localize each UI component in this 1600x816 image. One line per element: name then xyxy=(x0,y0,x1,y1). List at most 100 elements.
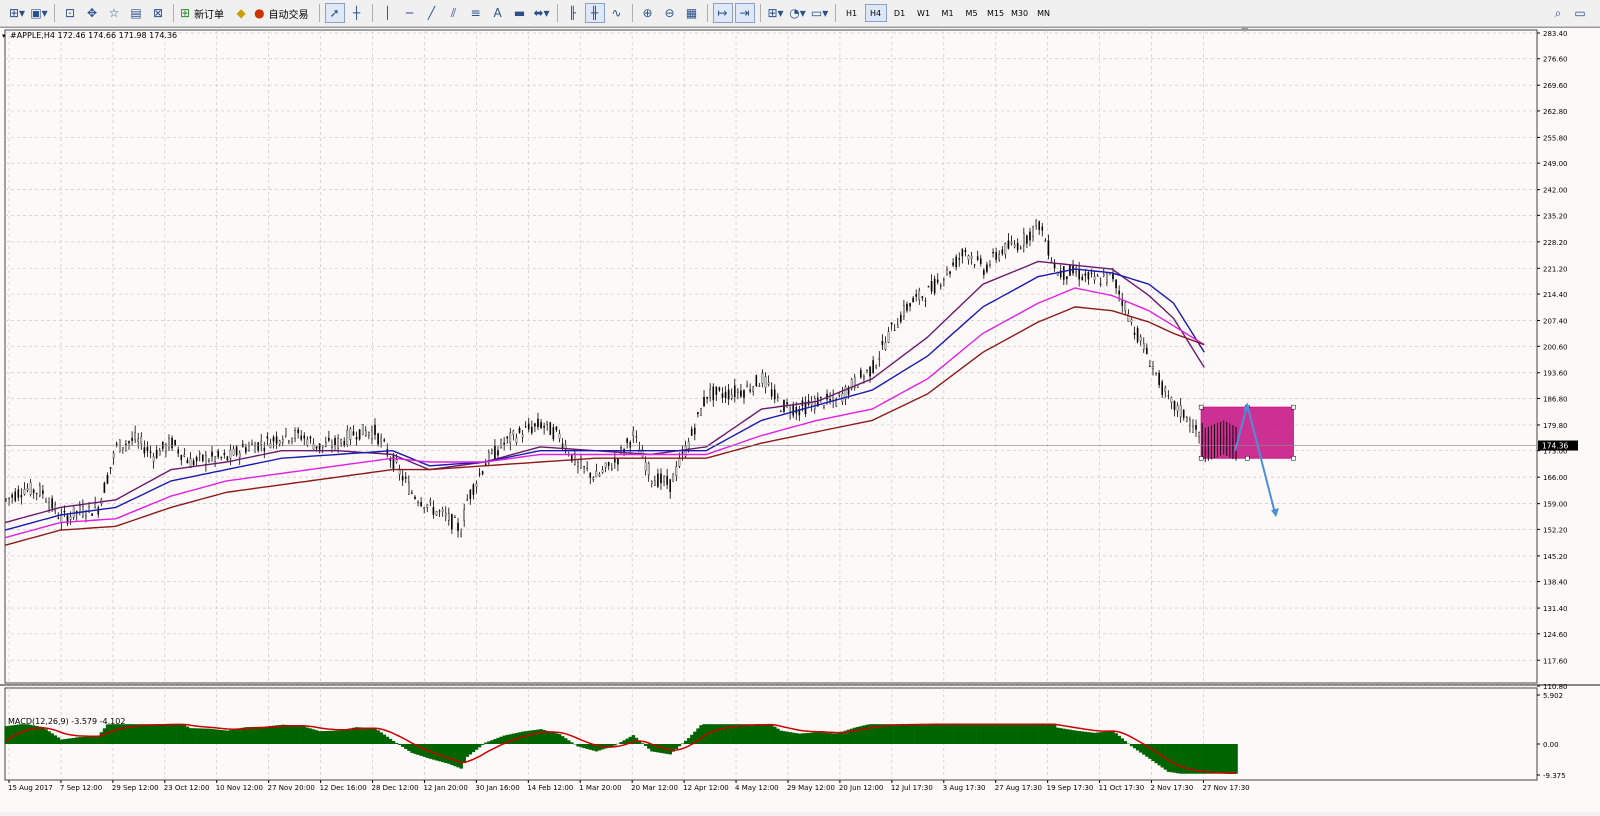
candle-body xyxy=(98,508,99,515)
macd-histogram-bar xyxy=(829,733,832,744)
timeframe-m30[interactable]: M30 xyxy=(1009,4,1031,22)
auto-scroll-icon[interactable]: ↦ xyxy=(713,3,733,23)
timeframe-d1[interactable]: D1 xyxy=(889,4,911,22)
new-chart-icon[interactable]: ⊞▾ xyxy=(7,3,27,23)
macd-histogram-bar xyxy=(1204,744,1207,774)
navigator-icon[interactable]: ✥ xyxy=(82,3,102,23)
macd-histogram-bar xyxy=(253,727,256,744)
macd-histogram-bar xyxy=(484,743,487,744)
candle-body xyxy=(599,474,600,476)
timeframe-m15[interactable]: M15 xyxy=(985,4,1007,22)
main-pane-frame xyxy=(5,30,1537,683)
candle-body xyxy=(411,493,412,494)
selection-handle[interactable] xyxy=(1291,405,1295,409)
label-icon[interactable]: ▬ xyxy=(510,3,530,23)
bar-chart-icon[interactable]: ╟ xyxy=(563,3,583,23)
macd-histogram-bar xyxy=(158,724,161,744)
metaeditor-icon[interactable]: ◆ xyxy=(231,3,251,23)
candle-body xyxy=(713,387,714,400)
tile-windows-icon[interactable]: ▦ xyxy=(682,3,702,23)
candle-body xyxy=(199,453,200,454)
macd-histogram-bar xyxy=(1090,732,1093,744)
indicators-icon[interactable]: ⊞▾ xyxy=(766,3,786,23)
candle-body xyxy=(193,461,194,465)
templates-icon[interactable]: ▭▾ xyxy=(810,3,830,23)
fibonacci-icon[interactable]: ≡ xyxy=(466,3,486,23)
moving-average-line xyxy=(5,269,1204,530)
candle-body xyxy=(52,499,53,509)
favorites-icon[interactable]: ☆ xyxy=(104,3,124,23)
macd-histogram-bar xyxy=(250,727,253,744)
selection-handle[interactable] xyxy=(1199,405,1203,409)
macd-histogram-bar xyxy=(764,724,767,744)
candle-body xyxy=(1011,242,1012,243)
chart-window[interactable]: 174.36 283.40276.60269.60262.80255.80249… xyxy=(0,27,1600,812)
auto-trade-button[interactable]: ●自动交易 xyxy=(253,3,313,23)
macd-histogram-bar xyxy=(87,737,90,744)
profiles-icon[interactable]: ▣▾ xyxy=(29,3,49,23)
search-icon[interactable]: ⌕ xyxy=(1548,3,1568,23)
candle-body xyxy=(906,304,907,310)
timeframe-mn[interactable]: MN xyxy=(1033,4,1055,22)
candle-body xyxy=(989,264,990,265)
selection-handle[interactable] xyxy=(1245,456,1249,460)
highlight-rectangle[interactable] xyxy=(1201,407,1293,458)
text-icon[interactable]: A xyxy=(488,3,508,23)
vertical-line-icon[interactable]: │ xyxy=(378,3,398,23)
price-chart[interactable]: 174.36 283.40276.60269.60262.80255.80249… xyxy=(0,28,1600,813)
moving-average-line xyxy=(5,307,1204,545)
candle-body xyxy=(279,441,280,445)
candle-body xyxy=(374,425,375,435)
candle-body xyxy=(144,448,145,454)
candle-body xyxy=(1020,248,1021,249)
chart-shift-icon[interactable]: ⇥ xyxy=(735,3,755,23)
macd-histogram-bar xyxy=(1133,744,1136,748)
macd-histogram-bar xyxy=(1007,724,1010,744)
timeframe-m1[interactable]: M1 xyxy=(937,4,959,22)
zoom-in-icon[interactable]: ⊕ xyxy=(638,3,658,23)
candle-body xyxy=(350,429,351,440)
timeframe-m5[interactable]: M5 xyxy=(961,4,983,22)
candle-body xyxy=(110,467,111,468)
macd-histogram-bar xyxy=(576,744,579,746)
timeframe-h1[interactable]: H1 xyxy=(841,4,863,22)
tester-icon[interactable]: ⊠ xyxy=(148,3,168,23)
new-order-button[interactable]: ⊞新订单 xyxy=(179,3,229,23)
price-tick-label: 166.00 xyxy=(1543,474,1568,482)
macd-histogram-bar xyxy=(589,744,592,750)
selection-handle[interactable] xyxy=(1291,456,1295,460)
line-chart-icon[interactable]: ∿ xyxy=(607,3,627,23)
trend-line-icon[interactable]: ╱ xyxy=(422,3,442,23)
shapes-icon[interactable]: ⬌▾ xyxy=(532,3,552,23)
zoom-out-icon[interactable]: ⊖ xyxy=(660,3,680,23)
chat-icon[interactable]: ▭ xyxy=(1570,3,1590,23)
channel-icon[interactable]: ⫽ xyxy=(444,3,464,23)
candle-body xyxy=(482,471,483,474)
toolbar-separator xyxy=(632,4,633,22)
macd-histogram-bar xyxy=(1222,744,1225,774)
candle-body xyxy=(479,474,480,475)
timeframe-h4[interactable]: H4 xyxy=(865,4,887,22)
crosshair-icon[interactable]: ┼ xyxy=(347,3,367,23)
candlestick-icon[interactable]: ╫ xyxy=(585,3,605,23)
cursor-icon[interactable]: ➚ xyxy=(325,3,345,23)
macd-histogram-bar xyxy=(266,726,269,744)
candle-body xyxy=(1079,269,1080,279)
chart-menu-icon[interactable]: ▾ xyxy=(2,32,6,40)
horizontal-line-icon[interactable]: ─ xyxy=(400,3,420,23)
macd-histogram-bar xyxy=(51,733,54,744)
macd-histogram-bar xyxy=(460,744,463,769)
candle-body xyxy=(547,421,548,424)
periods-icon[interactable]: ◔▾ xyxy=(788,3,808,23)
market-watch-icon[interactable]: ⊡ xyxy=(60,3,80,23)
candle-body xyxy=(85,515,86,517)
candle-body xyxy=(1189,419,1190,425)
timeframe-w1[interactable]: W1 xyxy=(913,4,935,22)
macd-histogram-bar xyxy=(306,728,309,745)
candle-body xyxy=(968,256,969,260)
candle-body xyxy=(528,424,529,429)
candle-body xyxy=(307,439,308,445)
macd-histogram-bar xyxy=(610,744,613,746)
candle-body xyxy=(233,449,234,455)
terminal-icon[interactable]: ▤ xyxy=(126,3,146,23)
